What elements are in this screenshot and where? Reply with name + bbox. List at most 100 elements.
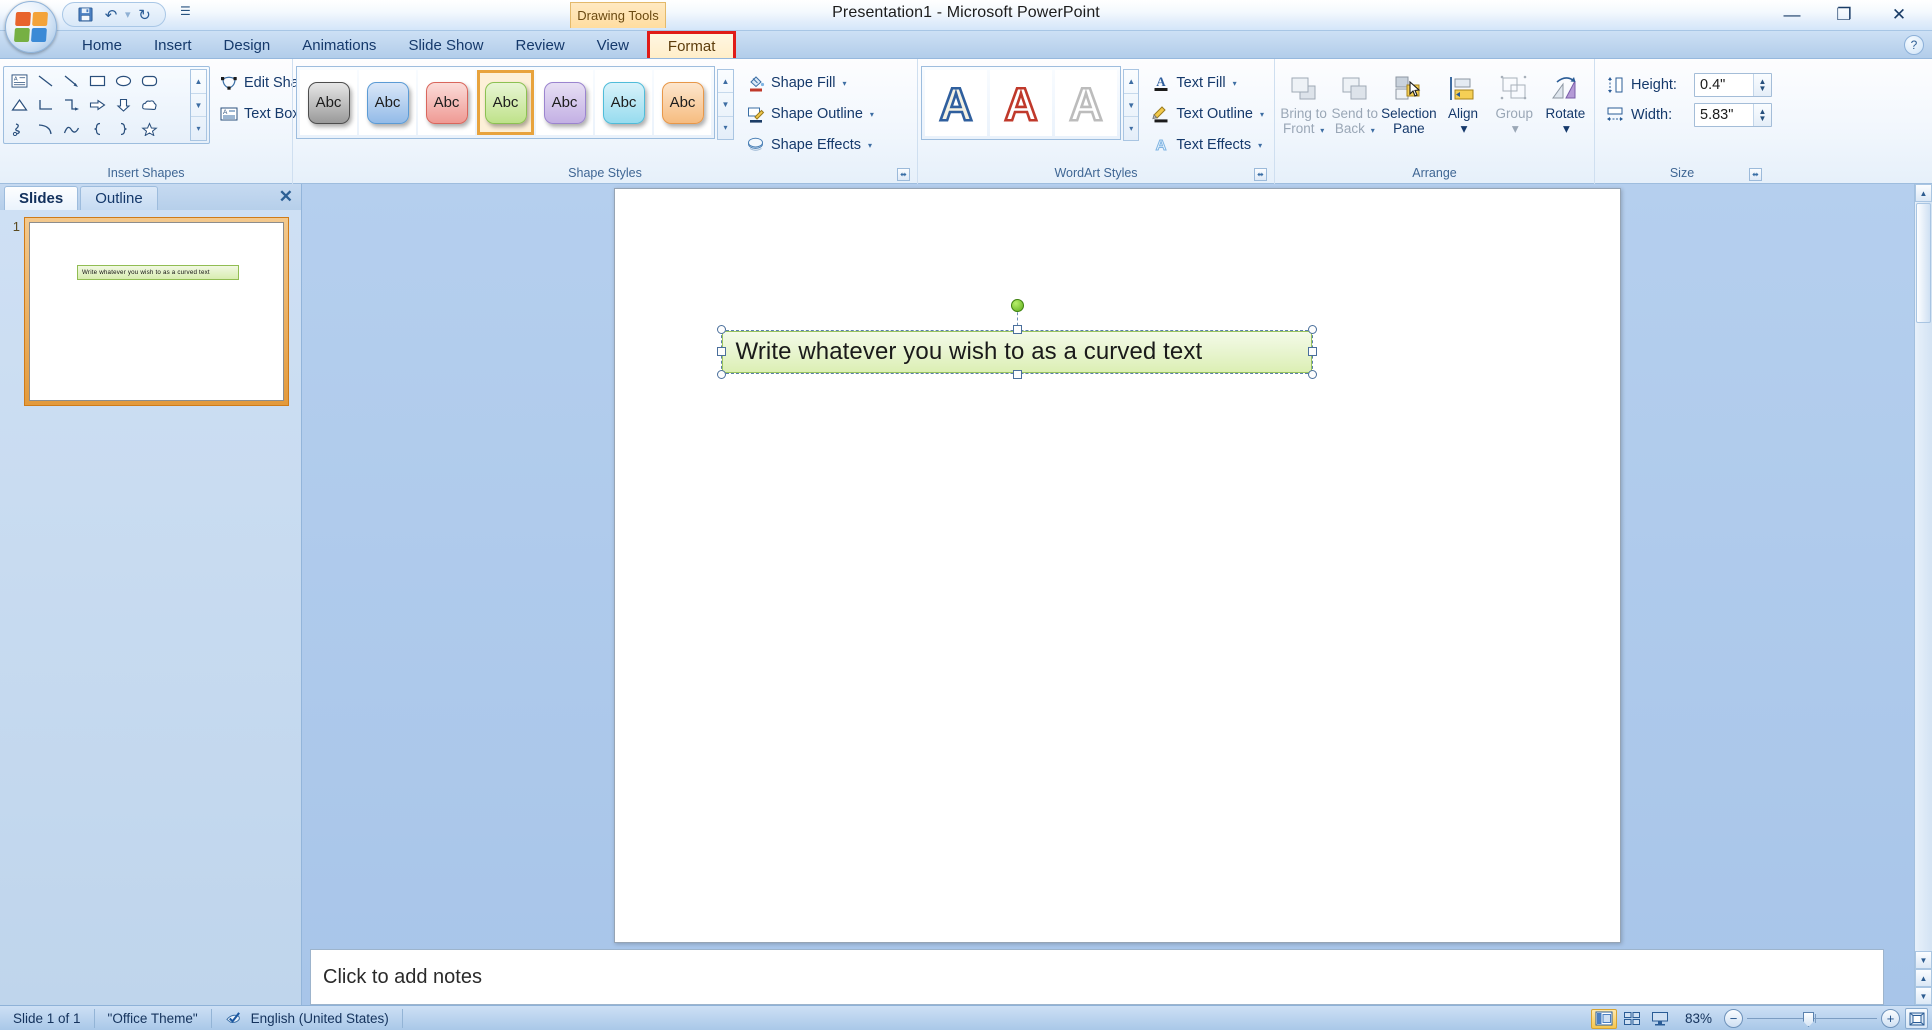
status-slide-count[interactable]: Slide 1 of 1 — [0, 1008, 95, 1028]
chevron-down-icon[interactable]: ▾ — [1260, 110, 1264, 119]
undo-icon[interactable]: ↶ — [99, 4, 123, 25]
chevron-down-icon[interactable]: ▾ — [868, 141, 872, 150]
tab-review[interactable]: Review — [499, 31, 580, 58]
text-outline-button[interactable]: Text Outline ▾ — [1147, 100, 1271, 128]
rotate-button[interactable]: Rotate ▾ — [1540, 69, 1591, 137]
resize-handle-top-center[interactable] — [1012, 325, 1022, 334]
styles-scroll-up-icon[interactable]: ▲ — [718, 70, 733, 94]
tab-slide-show[interactable]: Slide Show — [392, 31, 499, 58]
wordart-scroll-down-icon[interactable]: ▼ — [1124, 94, 1139, 118]
shape-effects-button[interactable]: Shape Effects ▾ — [742, 131, 881, 159]
resize-handle-bottom-left[interactable] — [716, 370, 726, 379]
chevron-down-icon[interactable]: ▾ — [1512, 122, 1519, 136]
textbox-shape-icon[interactable]: A — [6, 69, 32, 93]
fit-slide-icon[interactable] — [1905, 1008, 1928, 1029]
send-to-back-button[interactable]: Send to Back ▾ — [1329, 69, 1380, 139]
shape-style-orange[interactable]: Abc — [654, 70, 711, 135]
normal-view-button[interactable] — [1590, 1008, 1617, 1029]
shape-style-blue[interactable]: Abc — [359, 70, 416, 135]
help-icon[interactable]: ? — [1904, 35, 1924, 55]
text-fill-button[interactable]: A Text Fill ▾ — [1147, 69, 1271, 97]
star-shape-icon[interactable] — [136, 117, 162, 141]
width-input[interactable] — [1695, 107, 1753, 123]
slide-canvas[interactable]: Write whatever you wish to as a curved t… — [302, 184, 1932, 943]
vertical-scrollbar[interactable]: ▲ ▼ ▲ ▼ — [1914, 184, 1932, 1005]
resize-handle-middle-left[interactable] — [716, 347, 726, 356]
previous-slide-icon[interactable]: ▲ — [1915, 969, 1932, 987]
rectangle-shape-icon[interactable] — [84, 69, 110, 93]
wordart-scroll-up-icon[interactable]: ▲ — [1124, 70, 1139, 94]
tab-view[interactable]: View — [581, 31, 645, 58]
shape-styles-gallery[interactable]: Abc Abc Abc Abc Abc Abc Abc — [296, 66, 715, 139]
left-brace-shape-icon[interactable] — [84, 117, 110, 141]
text-effects-button[interactable]: A Text Effects ▾ — [1147, 131, 1271, 159]
shape-style-purple[interactable]: Abc — [536, 70, 593, 135]
wordart-style-blue[interactable]: A — [925, 70, 987, 136]
shape-style-dark-gray[interactable]: Abc — [300, 70, 357, 135]
scrollbar-thumb[interactable] — [1916, 203, 1931, 323]
tab-format[interactable]: Format — [646, 31, 737, 58]
height-input[interactable] — [1695, 77, 1753, 93]
chevron-down-icon[interactable]: ▾ — [870, 110, 874, 119]
chevron-down-icon[interactable]: ▾ — [842, 79, 846, 88]
rotation-handle[interactable] — [1010, 299, 1024, 312]
slide-surface[interactable]: Write whatever you wish to as a curved t… — [613, 188, 1621, 943]
status-language[interactable]: English (United States) — [212, 1008, 403, 1028]
wordart-style-red[interactable]: A — [990, 70, 1052, 136]
zoom-slider[interactable]: − + — [1724, 1009, 1900, 1028]
resize-handle-top-right[interactable] — [1307, 325, 1317, 334]
bring-to-front-button[interactable]: Bring to Front ▾ — [1278, 69, 1329, 139]
shape-styles-scrollbar[interactable]: ▲ ▼ ▾ — [717, 69, 734, 140]
width-spinner-arrows[interactable]: ▲ ▼ — [1753, 104, 1771, 126]
scribble-shape-icon[interactable] — [6, 117, 32, 141]
chevron-down-icon[interactable]: ▾ — [1563, 122, 1570, 136]
selected-shape[interactable]: Write whatever you wish to as a curved t… — [716, 299, 1317, 379]
size-dialog-launcher[interactable]: ⬌ — [1749, 168, 1762, 181]
maximize-button[interactable]: ❐ — [1818, 2, 1870, 28]
wordart-style-gray[interactable]: A — [1055, 70, 1117, 136]
elbow-arrow-connector-shape-icon[interactable] — [58, 93, 84, 117]
arc-shape-icon[interactable] — [32, 117, 58, 141]
wordart-more-icon[interactable]: ▾ — [1124, 117, 1138, 140]
width-stepper[interactable]: ▲▼ — [1694, 103, 1772, 127]
down-arrow-shape-icon[interactable] — [110, 93, 136, 117]
align-button[interactable]: Align ▾ — [1437, 69, 1488, 137]
line-shape-icon[interactable] — [32, 69, 58, 93]
shape-fill-button[interactable]: Shape Fill ▾ — [742, 69, 881, 97]
close-pane-icon[interactable]: ✕ — [279, 187, 293, 207]
shapes-gallery-scrollbar[interactable]: ▲ ▼ ▾ — [190, 69, 207, 141]
wordart-styles-gallery[interactable]: A A A — [921, 66, 1121, 140]
zoom-level[interactable]: 83% — [1678, 1011, 1719, 1026]
office-button[interactable] — [5, 1, 57, 53]
shape-outline-button[interactable]: Shape Outline ▾ — [742, 100, 881, 128]
curve-shape-icon[interactable] — [58, 117, 84, 141]
tab-slides[interactable]: Slides — [4, 186, 79, 210]
shapes-scroll-down-icon[interactable]: ▼ — [191, 94, 206, 118]
tab-outline[interactable]: Outline — [80, 186, 158, 210]
customize-qat-icon[interactable]: ☰ — [180, 4, 191, 18]
zoom-out-button[interactable]: − — [1724, 1009, 1743, 1028]
right-arrow-shape-icon[interactable] — [84, 93, 110, 117]
shape-style-green[interactable]: Abc — [477, 70, 534, 135]
resize-handle-bottom-right[interactable] — [1307, 370, 1317, 379]
shapes-gallery[interactable]: A ▲ ▼ ▾ — [3, 66, 210, 144]
chevron-down-icon[interactable]: ▾ — [1233, 79, 1237, 88]
styles-scroll-down-icon[interactable]: ▼ — [718, 93, 733, 117]
chevron-down-icon[interactable]: ▾ — [1258, 141, 1262, 150]
slide-show-view-button[interactable] — [1647, 1009, 1673, 1029]
undo-caret-icon[interactable]: ▾ — [125, 8, 131, 21]
elbow-connector-shape-icon[interactable] — [32, 93, 58, 117]
notes-pane[interactable]: Click to add notes — [310, 949, 1884, 1005]
shape-style-teal[interactable]: Abc — [595, 70, 652, 135]
zoom-slider-handle[interactable] — [1803, 1012, 1814, 1027]
slide-thumbnail[interactable]: Write whatever you wish to as a curved t… — [29, 222, 284, 401]
cloud-shape-icon[interactable] — [136, 93, 162, 117]
group-button[interactable]: Group ▾ — [1489, 69, 1540, 137]
zoom-track[interactable] — [1743, 1009, 1881, 1028]
rounded-rectangle-shape-icon[interactable] — [136, 69, 162, 93]
zoom-in-button[interactable]: + — [1881, 1009, 1900, 1028]
wordart-styles-dialog-launcher[interactable]: ⬌ — [1254, 168, 1267, 181]
slide-thumbnail-item[interactable]: 1 Write whatever you wish to as a curved… — [6, 217, 295, 406]
slide-thumbnail-selected-frame[interactable]: Write whatever you wish to as a curved t… — [24, 217, 289, 406]
tab-animations[interactable]: Animations — [286, 31, 392, 58]
